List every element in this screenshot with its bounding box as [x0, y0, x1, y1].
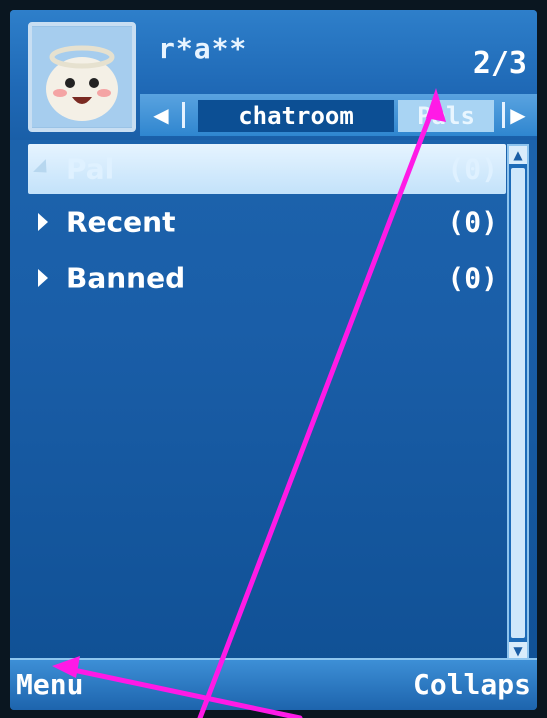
list-item-count: (0): [447, 261, 498, 295]
list-item-recent[interactable]: Recent (0): [28, 194, 506, 250]
collapse-softkey[interactable]: Collaps: [413, 668, 531, 701]
scroll-thumb[interactable]: [511, 168, 525, 638]
list-item-banned[interactable]: Banned (0): [28, 250, 506, 306]
softkey-bar: Menu Collaps: [10, 658, 537, 710]
tab-right-arrow-icon[interactable]: ▶: [503, 100, 533, 130]
list-item-pal[interactable]: Pal (0): [28, 144, 506, 194]
list-item-label: Pal: [66, 152, 115, 186]
header: r*a** 2/3 ◀ chatroom Pals ▶: [10, 10, 537, 140]
tab-chatroom[interactable]: chatroom: [198, 100, 394, 132]
collapsed-arrow-icon: [38, 269, 48, 287]
phone-screen: r*a** 2/3 ◀ chatroom Pals ▶ Pal (0) Rece…: [10, 10, 537, 710]
avatar[interactable]: [28, 22, 136, 132]
list-item-label: Recent: [66, 205, 176, 239]
contact-group-list: Pal (0) Recent (0) Banned (0): [28, 144, 506, 306]
expanded-arrow-icon: [33, 159, 53, 179]
scrollbar[interactable]: ▲ ▼: [507, 144, 529, 662]
list-item-label: Banned: [66, 261, 186, 295]
list-item-count: (0): [447, 152, 498, 186]
list-item-count: (0): [447, 205, 498, 239]
avatar-face-icon: [32, 27, 132, 127]
menu-softkey[interactable]: Menu: [16, 668, 83, 701]
tab-divider: [182, 102, 185, 128]
scroll-up-icon[interactable]: ▲: [509, 146, 527, 164]
tab-pals[interactable]: Pals: [398, 100, 494, 132]
tab-bar: ◀ chatroom Pals ▶: [140, 94, 537, 136]
collapsed-arrow-icon: [38, 213, 48, 231]
page-counter: 2/3: [472, 46, 527, 81]
username: r*a**: [158, 32, 248, 65]
tab-left-arrow-icon[interactable]: ◀: [146, 100, 176, 130]
